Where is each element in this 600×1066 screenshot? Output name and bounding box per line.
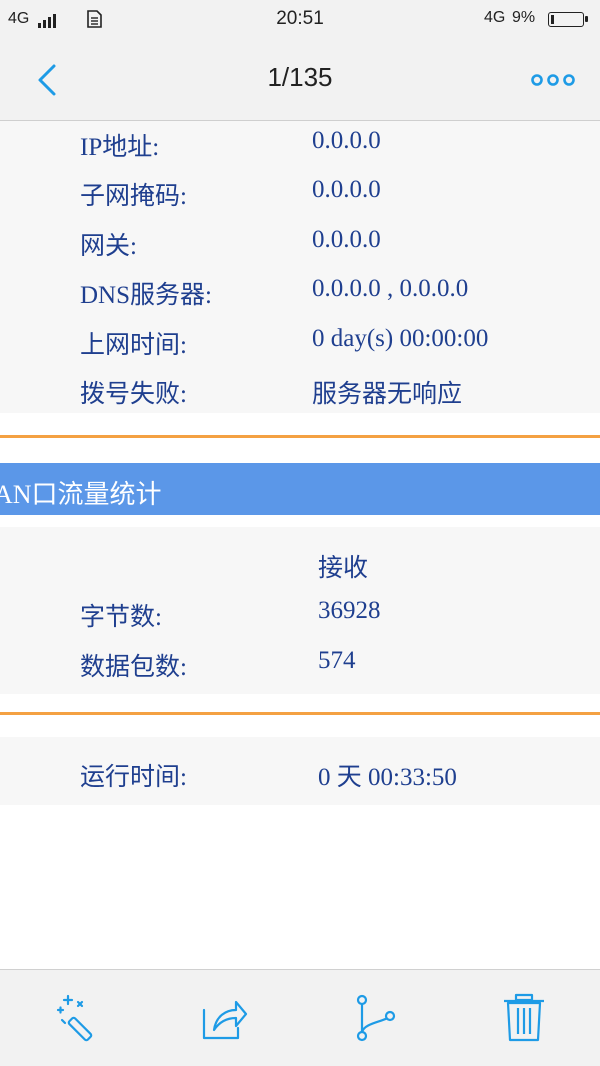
info-value: 0.0.0.0 [312,176,381,203]
uptime-label: 运行时间: [80,764,187,791]
page-content: IP地址: 0.0.0.0 子网掩码: 0.0.0.0 网关: 0.0.0.0 … [0,121,600,969]
info-label: 上网时间: [80,332,187,359]
battery-percent: 9% [512,9,536,26]
info-row-dial-fail: 拨号失败: 服务器无响应 [0,368,600,412]
uptime-section: 运行时间: 0 天 00:33:50 [0,737,600,805]
page-title: 1/135 [267,62,333,92]
branch-icon[interactable] [350,992,402,1044]
info-label: 子网掩码: [80,183,187,210]
uptime-row: 运行时间: 0 天 00:33:50 [0,751,600,795]
info-label: DNS服务器: [80,282,212,309]
battery-icon [548,12,588,27]
trash-icon[interactable] [498,992,550,1044]
traffic-value: 574 [318,647,356,674]
traffic-row-packets: 数据包数: 574 [0,641,600,685]
info-label: IP地址: [80,134,160,161]
nav-bar: 1/135 [0,40,600,120]
section-header: AN口流量统计 [0,463,600,515]
info-value: 服务器无响应 [312,381,463,408]
info-row-dns: DNS服务器: 0.0.0.0 , 0.0.0.0 [0,269,600,313]
status-bar: 4G 20:51 4G 9% [0,0,600,40]
info-label: 网关: [80,233,137,260]
uptime-value: 0 天 00:33:50 [318,764,457,791]
traffic-label: 数据包数: [80,654,187,681]
info-row-ip: IP地址: 0.0.0.0 [0,121,600,165]
status-time: 20:51 [276,8,324,29]
info-label: 拨号失败: [80,381,187,408]
info-value: 0 day(s) 00:00:00 [312,325,489,352]
section-header-title: AN口流量统计 [0,480,162,509]
traffic-value: 36928 [318,597,381,624]
share-icon[interactable] [198,992,250,1044]
section-divider [0,712,600,715]
info-value: 0.0.0.0 [312,226,381,253]
magic-wand-icon[interactable] [52,992,104,1044]
more-dots-icon[interactable] [530,70,576,90]
traffic-row-bytes: 字节数: 36928 [0,591,600,635]
wan-info-section: IP地址: 0.0.0.0 子网掩码: 0.0.0.0 网关: 0.0.0.0 … [0,121,600,413]
section-divider [0,435,600,438]
info-row-subnet: 子网掩码: 0.0.0.0 [0,170,600,214]
info-value: 0.0.0.0 , 0.0.0.0 [312,275,469,302]
info-row-online-time: 上网时间: 0 day(s) 00:00:00 [0,319,600,363]
network-type: 4G [484,9,506,26]
info-row-gateway: 网关: 0.0.0.0 [0,220,600,264]
traffic-section: 接收 字节数: 36928 数据包数: 574 [0,527,600,694]
info-value: 0.0.0.0 [312,127,381,154]
column-header-receive: 接收 [318,555,369,582]
traffic-label: 字节数: [80,604,162,631]
traffic-column-header: 接收 [0,542,600,586]
bottom-toolbar [0,969,600,1066]
